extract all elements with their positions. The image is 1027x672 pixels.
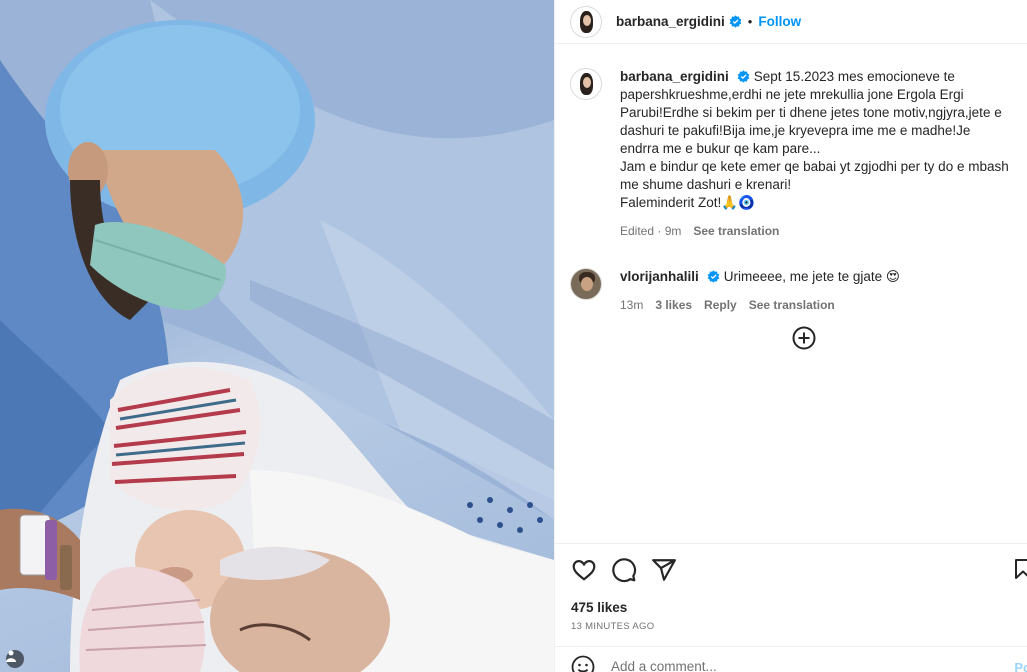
caption-body: barbana_ergidini Sept 15.2023 mes emocion… [620,68,1012,240]
comment-text: Urimeeee, me jete te gjate 😍 [723,269,900,284]
comment-item: vlorijanhalili Urimeeee, me jete te gjate… [570,240,1012,314]
heart-icon[interactable] [571,557,597,583]
post-actions-area: 475 likes 13 MINUTES AGO [555,543,1027,632]
add-comment-bar: Po [555,646,1027,672]
edited-timestamp: Edited · 9m [620,224,682,238]
author-avatar[interactable] [570,5,602,38]
post-photo[interactable] [0,0,554,672]
comment-see-translation-link[interactable]: See translation [749,296,835,314]
reply-button[interactable]: Reply [704,296,737,314]
comment-likes-link[interactable]: 3 likes [655,296,692,314]
bookmark-icon[interactable] [1011,556,1027,582]
comment-body: vlorijanhalili Urimeeee, me jete te gjate… [620,268,1012,314]
separator-dot: • [747,14,753,29]
follow-button[interactable]: Follow [758,14,801,29]
commenter-username[interactable]: vlorijanhalili [620,269,699,284]
instagram-post-modal: barbana_ergidini • Follow barbana_ergidi… [0,0,1027,672]
verified-badge-icon [707,270,720,283]
tagged-users-icon[interactable] [6,650,24,668]
caption: barbana_ergidini Sept 15.2023 mes emocion… [570,52,1012,240]
caption-author-avatar[interactable] [570,68,602,100]
comment-input[interactable] [611,659,951,672]
verified-badge-icon [729,15,742,28]
caption-meta: Edited · 9m See translation [620,222,1012,240]
caption-author-username[interactable]: barbana_ergidini [620,69,729,84]
smiley-icon[interactable] [571,655,595,672]
author-username[interactable]: barbana_ergidini [616,14,725,29]
comment-time: 13m [620,298,644,312]
commenter-avatar[interactable] [570,268,602,300]
plus-circle-icon[interactable] [792,326,816,350]
action-bar [555,544,1027,596]
post-header: barbana_ergidini • Follow [555,0,1027,44]
post-details-panel: barbana_ergidini • Follow barbana_ergidi… [554,0,1027,672]
comment-bubble-icon[interactable] [611,557,637,583]
caption-text: Sept 15.2023 mes emocioneve te papershkr… [620,69,1009,210]
verified-badge-icon [737,70,750,83]
post-photo-illustration [0,0,554,672]
paper-plane-icon[interactable] [651,557,677,583]
comment-meta: 13m 3 likes Reply See translation [620,296,1012,314]
see-translation-link[interactable]: See translation [693,222,779,240]
comments-section: barbana_ergidini Sept 15.2023 mes emocion… [555,52,1027,542]
post-comment-button[interactable]: Po [1014,660,1027,672]
likes-count[interactable]: 475 likes [555,600,1027,615]
post-time-ago[interactable]: 13 MINUTES AGO [555,621,1027,632]
